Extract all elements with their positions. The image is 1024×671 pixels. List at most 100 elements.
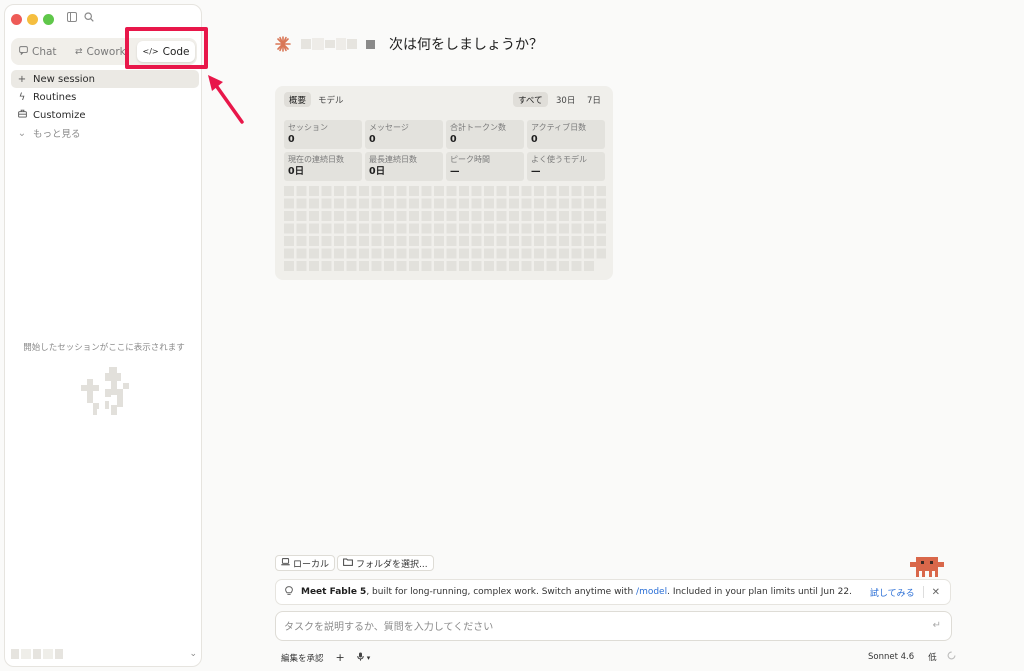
heatmap-cell bbox=[546, 211, 557, 221]
empty-sessions-text: 開始したセッションがここに表示されます bbox=[23, 343, 185, 353]
local-env-button[interactable]: ローカル bbox=[275, 555, 336, 571]
heatmap-cell bbox=[446, 236, 457, 246]
add-attachment-button[interactable]: + bbox=[336, 651, 345, 664]
range-30-days[interactable]: 30日 bbox=[551, 92, 580, 107]
send-icon[interactable]: ↵ bbox=[933, 620, 941, 631]
heatmap-cell bbox=[321, 261, 332, 271]
heatmap-cell bbox=[471, 186, 482, 196]
heatmap-cell bbox=[296, 186, 307, 196]
heatmap-cell bbox=[346, 261, 357, 271]
search-icon[interactable] bbox=[84, 12, 94, 25]
heatmap-cell bbox=[309, 261, 319, 271]
heatmap-cell bbox=[471, 248, 482, 259]
heatmap-cell bbox=[521, 198, 532, 209]
button-label: フォルダを選択... bbox=[356, 559, 428, 570]
highlight-box bbox=[125, 27, 208, 69]
footer-left: 編集を承認 + ▾ bbox=[281, 651, 370, 664]
heatmap-cell bbox=[446, 223, 457, 234]
heatmap-cell bbox=[484, 223, 494, 234]
heatmap-cell bbox=[309, 186, 319, 196]
tab-overview[interactable]: 概要 bbox=[284, 92, 312, 107]
mascot-icon bbox=[910, 557, 944, 577]
heatmap-cell bbox=[421, 261, 432, 271]
routine-icon: ϟ bbox=[18, 91, 26, 103]
heatmap-cell bbox=[484, 211, 494, 221]
chat-bubble-icon bbox=[19, 45, 28, 58]
heatmap-cell bbox=[371, 211, 382, 221]
minimize-window-button[interactable] bbox=[27, 14, 38, 25]
close-icon[interactable]: ✕ bbox=[932, 587, 940, 598]
try-it-button[interactable]: 試してみる bbox=[870, 586, 915, 599]
heatmap-cell bbox=[571, 261, 582, 271]
prompt-input[interactable] bbox=[284, 619, 904, 635]
range-all[interactable]: すべて bbox=[513, 92, 548, 107]
button-label: ローカル bbox=[293, 559, 330, 570]
close-window-button[interactable] bbox=[11, 14, 22, 25]
heatmap-cell bbox=[509, 261, 519, 271]
heatmap-cell bbox=[596, 186, 606, 196]
heatmap-cell bbox=[434, 211, 444, 221]
heatmap-cell bbox=[521, 248, 532, 259]
heatmap-cell bbox=[521, 236, 532, 246]
heatmap-cell bbox=[596, 236, 606, 246]
heatmap-cell bbox=[534, 236, 544, 246]
voice-mode-button[interactable]: ▾ bbox=[357, 652, 370, 664]
heatmap-cell bbox=[434, 236, 444, 246]
heatmap-cell bbox=[284, 248, 294, 259]
effort-selector[interactable]: 低 bbox=[928, 651, 937, 663]
tab-chat[interactable]: Chat bbox=[19, 41, 69, 62]
heatmap-cell bbox=[409, 198, 419, 209]
heatmap-cell bbox=[396, 261, 407, 271]
heatmap-cell bbox=[584, 248, 594, 259]
user-name-redacted bbox=[11, 649, 63, 659]
heatmap-cell bbox=[396, 236, 407, 246]
heatmap-cell bbox=[471, 211, 482, 221]
heatmap-cell bbox=[446, 186, 457, 196]
heatmap-cell bbox=[421, 211, 432, 221]
heatmap-cell bbox=[546, 248, 557, 259]
heatmap-cell bbox=[484, 186, 494, 196]
sidebar-item-routines[interactable]: ϟ Routines bbox=[11, 88, 199, 106]
heatmap-cell bbox=[509, 198, 519, 209]
heatmap-cell bbox=[484, 248, 494, 259]
activity-heatmap bbox=[284, 186, 606, 271]
sidebar-item-new-session[interactable]: + New session bbox=[11, 70, 199, 88]
sidebar-item-customize[interactable]: Customize bbox=[11, 106, 199, 124]
stat-label: よく使うモデル bbox=[531, 155, 587, 164]
stat-value: — bbox=[531, 166, 541, 177]
heatmap-cell bbox=[296, 236, 307, 246]
stat-label: セッション bbox=[288, 123, 328, 132]
stat-value: 0日 bbox=[288, 166, 305, 177]
model-command-link[interactable]: /model bbox=[636, 587, 667, 597]
heatmap-cell bbox=[384, 186, 394, 196]
heatmap-cell bbox=[434, 248, 444, 259]
stat-label: 最長連続日数 bbox=[369, 155, 417, 164]
heatmap-cell bbox=[446, 261, 457, 271]
heatmap-cell bbox=[346, 223, 357, 234]
heatmap-cell bbox=[421, 236, 432, 246]
heatmap-cell bbox=[521, 223, 532, 234]
empty-state-pixel-icon bbox=[81, 367, 129, 415]
heatmap-cell bbox=[596, 248, 606, 259]
heatmap-cell bbox=[596, 211, 606, 221]
select-folder-button[interactable]: フォルダを選択... bbox=[337, 555, 434, 571]
chat-input-box: ↵ bbox=[275, 611, 952, 641]
tab-models[interactable]: モデル bbox=[313, 92, 349, 107]
zoom-window-button[interactable] bbox=[43, 14, 54, 25]
approve-edits-button[interactable]: 編集を承認 bbox=[281, 652, 324, 664]
stat-favorite-model: よく使うモデル — bbox=[527, 152, 605, 181]
sidebar-toggle-icon[interactable] bbox=[67, 12, 77, 25]
sidebar-item-more[interactable]: ⌄ もっと見る bbox=[11, 124, 199, 142]
heatmap-cell bbox=[359, 198, 369, 209]
stat-value: 0日 bbox=[369, 166, 386, 177]
heatmap-cell bbox=[321, 223, 332, 234]
heatmap-cell bbox=[284, 211, 294, 221]
sidebar-item-label: もっと見る bbox=[33, 129, 81, 140]
heatmap-cell bbox=[321, 186, 332, 196]
account-row[interactable]: ⌄ bbox=[11, 645, 197, 663]
model-selector[interactable]: Sonnet 4.6 bbox=[868, 652, 914, 662]
heatmap-cell bbox=[309, 248, 319, 259]
heatmap-cell bbox=[559, 198, 569, 209]
range-7-days[interactable]: 7日 bbox=[582, 92, 606, 107]
heatmap-cell bbox=[434, 261, 444, 271]
